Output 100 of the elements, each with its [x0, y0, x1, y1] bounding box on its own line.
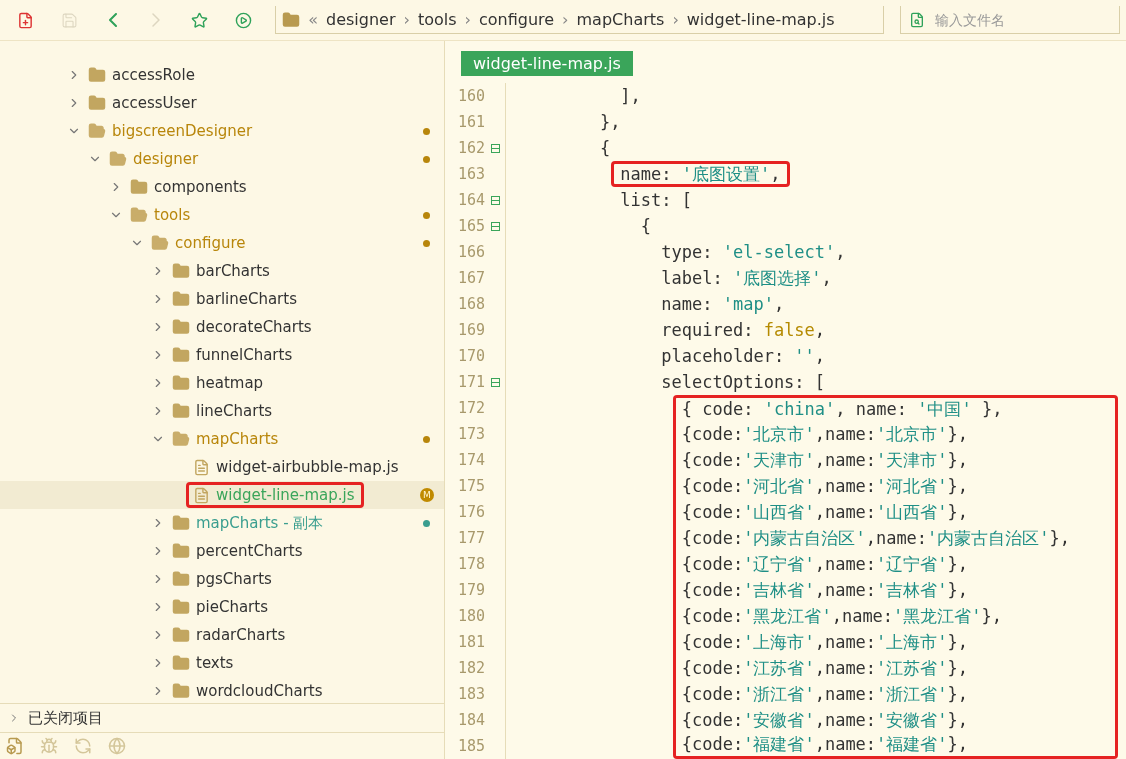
- fold-icon[interactable]: [490, 195, 500, 205]
- tree-item[interactable]: pgsCharts: [0, 565, 444, 593]
- breadcrumb-separator: ›: [464, 10, 471, 29]
- folder-name: wordcloudCharts: [196, 682, 323, 700]
- code-line: },: [599, 111, 621, 134]
- fold-icon[interactable]: [490, 377, 500, 387]
- tree-item[interactable]: radarCharts: [0, 621, 444, 649]
- search-field[interactable]: 输入文件名: [933, 10, 1112, 29]
- folder-icon: [172, 374, 190, 392]
- code-line: {code:'天津市',name:'天津市'},: [672, 447, 1118, 473]
- closed-projects-header[interactable]: 已关闭项目: [0, 703, 444, 732]
- line-number: 174: [456, 450, 485, 471]
- folder-name: lineCharts: [196, 402, 273, 420]
- tree-item[interactable]: widget-airbubble-map.js: [0, 453, 444, 481]
- folder-name: barlineCharts: [196, 290, 297, 308]
- folder-icon: [282, 10, 301, 29]
- breadcrumb-separator: ›: [672, 10, 679, 29]
- tree-item[interactable]: texts: [0, 649, 444, 677]
- code-line: {code:'内蒙古自治区',name:'内蒙古自治区'},: [672, 525, 1118, 551]
- line-number: 176: [456, 502, 485, 523]
- tree-item[interactable]: components: [0, 173, 444, 201]
- folder-icon: [172, 626, 190, 644]
- tree-item[interactable]: decorateCharts: [0, 313, 444, 341]
- code-line: {code:'山西省',name:'山西省'},: [672, 499, 1118, 525]
- line-number: 167: [456, 268, 485, 289]
- code-line: required: false,: [661, 319, 826, 342]
- tree-item[interactable]: pieCharts: [0, 593, 444, 621]
- folder-name: bigscreenDesigner: [112, 122, 253, 140]
- file-icon: [193, 458, 210, 476]
- tree-item[interactable]: heatmap: [0, 369, 444, 397]
- folder-icon: [172, 402, 190, 420]
- folder-icon: [88, 66, 106, 84]
- line-number: 168: [456, 294, 485, 315]
- line-number: 162: [456, 138, 485, 159]
- folder-name: pieCharts: [196, 598, 268, 616]
- code-line: list: [: [620, 189, 692, 212]
- line-number: 163: [456, 164, 485, 185]
- modified-badge: M: [420, 488, 434, 502]
- folder-name: barCharts: [196, 262, 270, 280]
- folder-name: radarCharts: [196, 626, 286, 644]
- line-number: 175: [456, 476, 485, 497]
- line-number: 169: [456, 320, 485, 341]
- folder-icon: [172, 514, 190, 532]
- breadcrumb-item[interactable]: designer: [326, 10, 396, 29]
- code-line: {: [640, 215, 652, 238]
- line-number: 172: [456, 398, 485, 419]
- file-name: widget-airbubble-map.js: [216, 458, 399, 476]
- folder-icon: [172, 542, 190, 560]
- folder-icon: [172, 430, 190, 448]
- folder-icon: [172, 346, 190, 364]
- tree-item[interactable]: accessRole: [0, 61, 444, 89]
- code-line: {: [599, 137, 611, 160]
- line-number: 181: [456, 632, 485, 653]
- folder-icon: [172, 598, 190, 616]
- line-number: 179: [456, 580, 485, 601]
- fold-icon[interactable]: [490, 221, 500, 231]
- line-number: 171: [456, 372, 485, 393]
- search-icon: [909, 11, 926, 28]
- file-name: widget-line-map.js: [216, 486, 355, 504]
- folder-icon: [172, 570, 190, 588]
- breadcrumb-item[interactable]: configure: [478, 10, 555, 29]
- code-line: {code:'吉林省',name:'吉林省'},: [672, 577, 1118, 603]
- breadcrumb-item[interactable]: tools: [417, 10, 457, 29]
- code-line: {code:'北京市',name:'北京市'},: [672, 421, 1118, 447]
- code-line: {code:'安徽省',name:'安徽省'},: [672, 707, 1118, 733]
- line-number: 182: [456, 658, 485, 679]
- folder-icon: [109, 150, 127, 168]
- tree-item[interactable]: barlineCharts: [0, 285, 444, 313]
- tree-item[interactable]: wordcloudCharts: [0, 677, 444, 703]
- folder-name: designer: [133, 150, 199, 168]
- line-number: 180: [456, 606, 485, 627]
- line-number: 183: [456, 684, 485, 705]
- line-number: 161: [456, 112, 485, 133]
- breadcrumb-item[interactable]: mapCharts: [576, 10, 665, 29]
- tree-item[interactable]: funnelCharts: [0, 341, 444, 369]
- code-line: {code:'福建省',name:'福建省'},: [672, 733, 1118, 759]
- folder-name: heatmap: [196, 374, 264, 392]
- fold-icon[interactable]: [490, 143, 500, 153]
- code-line: name: 'map',: [661, 293, 785, 316]
- folder-icon: [130, 178, 148, 196]
- tree-item[interactable]: lineCharts: [0, 397, 444, 425]
- line-number: 165: [456, 216, 485, 237]
- line-number: 185: [456, 736, 485, 757]
- code-line: {code:'黑龙江省',name:'黑龙江省'},: [672, 603, 1118, 629]
- tree-item[interactable]: barCharts: [0, 257, 444, 285]
- folder-name: funnelCharts: [196, 346, 293, 364]
- folder-name: components: [154, 178, 247, 196]
- folder-icon: [151, 234, 169, 252]
- folder-name: percentCharts: [196, 542, 303, 560]
- tree-item[interactable]: percentCharts: [0, 537, 444, 565]
- line-number: 173: [456, 424, 485, 445]
- folder-icon: [88, 122, 106, 140]
- line-number: 177: [456, 528, 485, 549]
- code-line: selectOptions: [: [661, 371, 826, 394]
- breadcrumb-item[interactable]: widget-line-map.js: [686, 10, 835, 29]
- folder-name: mapCharts - 副本: [196, 513, 324, 533]
- search-box[interactable]: 输入文件名: [900, 6, 1121, 34]
- breadcrumb-separator: ›: [403, 10, 410, 29]
- tree-item[interactable]: accessUser: [0, 89, 444, 117]
- line-number: 166: [456, 242, 485, 263]
